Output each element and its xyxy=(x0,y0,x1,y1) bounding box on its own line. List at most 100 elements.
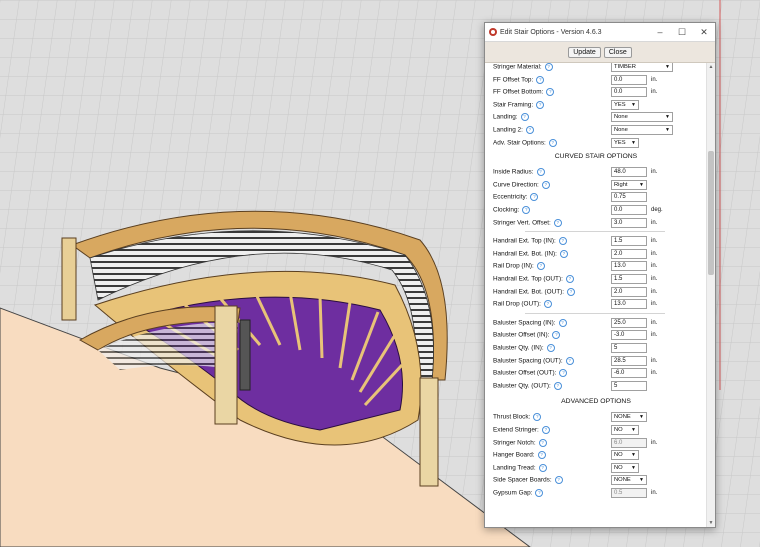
option-row: Hanger Board:? NO ▼ xyxy=(493,449,707,461)
option-label: Stair Framing:? xyxy=(493,100,611,109)
dialog-toolbar: Update Close xyxy=(485,42,715,63)
option-input[interactable]: 3.0 xyxy=(611,217,647,228)
help-icon[interactable]: ? xyxy=(536,168,545,177)
help-icon[interactable]: ? xyxy=(536,262,545,271)
option-row: Adv. Stair Options:? YES ▼ xyxy=(493,137,707,149)
option-input[interactable]: 48.0 xyxy=(611,167,647,178)
help-icon[interactable]: ? xyxy=(544,63,553,71)
option-input[interactable]: 0.0 xyxy=(611,87,647,98)
help-icon[interactable]: ? xyxy=(565,356,574,365)
scrollbar-thumb[interactable] xyxy=(708,151,714,275)
scroll-down-icon[interactable]: ▼ xyxy=(707,519,715,527)
option-input[interactable]: 28.5 xyxy=(611,355,647,366)
help-icon[interactable]: ? xyxy=(541,426,550,434)
close-button[interactable]: Close xyxy=(603,46,632,58)
option-label: Rail Drop (IN):? xyxy=(493,262,611,271)
help-icon[interactable]: ? xyxy=(559,249,568,258)
option-row: FF Offset Bottom:? 0.0 in. xyxy=(493,86,707,98)
edit-stair-options-dialog[interactable]: Edit Stair Options - Version 4.6.3 – ☐ ✕… xyxy=(484,22,716,528)
section-heading-curved: CURVED STAIR OPTIONS xyxy=(554,153,638,161)
option-input[interactable]: 0.0 xyxy=(611,74,647,85)
option-input[interactable]: -6.0 xyxy=(611,368,647,379)
option-select[interactable]: None ▼ xyxy=(611,112,673,123)
option-input[interactable]: 0.0 xyxy=(611,205,647,215)
option-input[interactable]: -3.0 xyxy=(611,330,647,341)
help-icon[interactable]: ? xyxy=(522,206,531,214)
help-icon[interactable]: ? xyxy=(548,138,557,147)
option-input[interactable]: 0.75 xyxy=(611,192,647,203)
help-icon[interactable]: ? xyxy=(538,438,547,447)
help-icon[interactable]: ? xyxy=(554,476,563,485)
option-select[interactable]: YES ▼ xyxy=(611,137,639,148)
option-row: Eccentricity:? 0.75 xyxy=(493,191,707,203)
option-select[interactable]: NO ▼ xyxy=(611,462,639,473)
option-input[interactable]: 13.0 xyxy=(611,261,647,272)
option-select[interactable]: NO ▼ xyxy=(611,450,639,461)
help-icon[interactable]: ? xyxy=(536,100,545,109)
dialog-titlebar[interactable]: Edit Stair Options - Version 4.6.3 – ☐ ✕ xyxy=(485,23,715,42)
option-select[interactable]: Right ▼ xyxy=(611,179,647,190)
unit-label: in. xyxy=(651,276,658,282)
option-row: Side Spacer Boards:? NONE ▼ xyxy=(493,474,707,486)
option-input[interactable]: 5 xyxy=(611,343,647,353)
help-icon[interactable]: ? xyxy=(546,344,555,352)
option-select[interactable]: None ▼ xyxy=(611,125,673,135)
help-icon[interactable]: ? xyxy=(543,300,552,309)
option-label: Landing:? xyxy=(493,113,611,122)
option-row: Landing 2:? None ▼ xyxy=(493,124,707,136)
help-icon[interactable]: ? xyxy=(530,193,539,202)
help-icon[interactable]: ? xyxy=(538,463,547,472)
option-input[interactable]: 5 xyxy=(611,380,647,391)
option-label: Eccentricity:? xyxy=(493,193,611,202)
chevron-down-icon: ▼ xyxy=(631,139,636,146)
unit-label: in. xyxy=(651,238,658,245)
option-select[interactable]: NO ▼ xyxy=(611,425,639,435)
help-icon[interactable]: ? xyxy=(553,218,562,227)
help-icon[interactable]: ? xyxy=(541,180,550,189)
option-input[interactable]: 1.5 xyxy=(611,236,647,247)
help-icon[interactable]: ? xyxy=(567,287,576,296)
help-icon[interactable]: ? xyxy=(552,331,561,340)
help-icon[interactable]: ? xyxy=(559,369,568,378)
help-icon[interactable]: ? xyxy=(558,318,567,327)
unit-label: in. xyxy=(651,319,658,326)
option-label: Rail Drop (OUT):? xyxy=(493,300,611,309)
update-button[interactable]: Update xyxy=(568,46,601,58)
maximize-icon[interactable]: ☐ xyxy=(671,27,693,38)
option-row: FF Offset Top:? 0.0 in. xyxy=(493,74,707,86)
help-icon[interactable]: ? xyxy=(553,381,562,390)
options-panel[interactable]: Stringer Material:? TIMBER ▼ FF Offset Top:… xyxy=(485,63,707,527)
option-select[interactable]: YES ▼ xyxy=(611,99,639,110)
option-row: Baluster Offset (IN):? -3.0 in. xyxy=(493,329,707,341)
option-select[interactable]: NONE ▼ xyxy=(611,475,647,486)
option-label: Baluster Qty. (OUT):? xyxy=(493,381,611,390)
help-icon[interactable]: ? xyxy=(546,88,555,97)
help-icon[interactable]: ? xyxy=(520,113,529,122)
option-row: Handrail Ext. Top (OUT):? 1.5 in. xyxy=(493,273,707,285)
help-icon[interactable]: ? xyxy=(536,75,545,84)
option-input[interactable]: 2.0 xyxy=(611,248,647,259)
option-select[interactable]: NONE ▼ xyxy=(611,412,647,423)
option-input[interactable]: 1.5 xyxy=(611,274,647,284)
option-select[interactable]: TIMBER ▼ xyxy=(611,63,673,72)
option-input[interactable]: 25.0 xyxy=(611,317,647,328)
option-row: Rail Drop (IN):? 13.0 in. xyxy=(493,260,707,272)
option-label: Inside Radius:? xyxy=(493,168,611,177)
unit-label: in. xyxy=(651,250,658,257)
scroll-up-icon[interactable]: ▲ xyxy=(707,63,715,71)
help-icon[interactable]: ? xyxy=(525,126,534,134)
help-icon[interactable]: ? xyxy=(565,275,574,283)
minimize-icon[interactable]: – xyxy=(649,27,671,37)
close-window-icon[interactable]: ✕ xyxy=(693,27,715,38)
help-icon[interactable]: ? xyxy=(537,451,546,460)
option-input[interactable]: 2.0 xyxy=(611,286,647,297)
help-icon[interactable]: ? xyxy=(533,413,542,422)
option-select-value: TIMBER xyxy=(614,64,636,70)
option-input[interactable]: 13.0 xyxy=(611,299,647,310)
option-row: Stair Framing:? YES ▼ xyxy=(493,99,707,111)
help-icon[interactable]: ? xyxy=(535,489,544,497)
help-icon[interactable]: ? xyxy=(558,237,567,246)
vertical-scrollbar[interactable]: ▲ ▼ xyxy=(706,63,715,527)
sketchup-app-icon xyxy=(489,28,497,36)
option-label: Baluster Offset (IN):? xyxy=(493,331,611,340)
